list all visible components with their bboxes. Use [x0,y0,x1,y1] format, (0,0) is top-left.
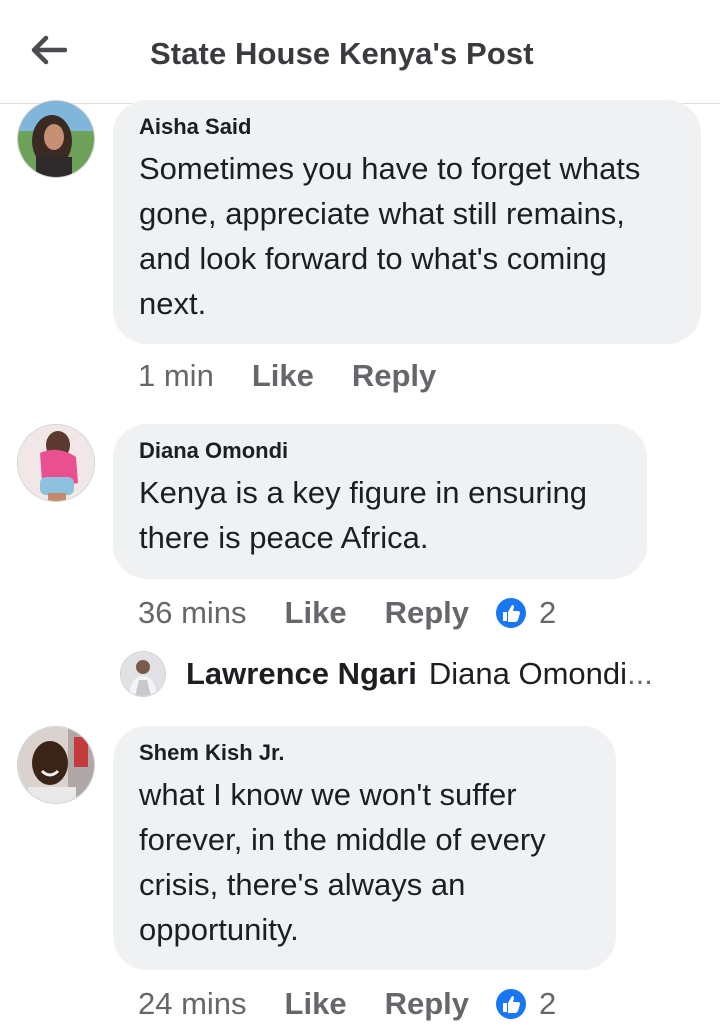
like-button[interactable]: Like [285,986,347,1022]
back-button[interactable] [26,30,70,70]
comment-text: Sometimes you have to forget whats gone,… [139,151,641,321]
comment-actions: 1 min Like Reply [138,358,436,394]
page-title: State House Kenya's Post [150,36,534,71]
comment-actions: 36 mins Like Reply 2 [138,595,556,631]
comment-bubble: Diana Omondi Kenya is a key figure in en… [113,424,647,579]
like-button[interactable]: Like [285,595,347,631]
comment-time[interactable]: 1 min [138,358,214,394]
reaction-number: 2 [539,595,557,630]
reaction-count[interactable]: 2 [495,986,556,1022]
like-reaction-icon [496,989,526,1019]
reply-button[interactable]: Reply [352,358,436,394]
top-bar: State House Kenya's Post [0,0,720,104]
comment-text: what I know we won't suffer forever, in … [139,777,546,947]
reaction-count[interactable]: 2 [495,595,556,631]
avatar-shem-kish[interactable] [17,726,95,804]
like-reaction-icon [496,598,526,628]
avatar-aisha-said[interactable] [17,100,95,178]
profile-photo [121,652,165,696]
avatar-lawrence-ngari[interactable] [120,651,166,697]
reply-button[interactable]: Reply [385,986,469,1022]
view-reply-link[interactable]: Lawrence Ngari Diana Omondi... [120,651,653,697]
comment-text: Kenya is a key figure in ensuring there … [139,475,588,555]
profile-photo [18,727,94,803]
reply-ellipsis: ... [627,656,653,691]
comment-author[interactable]: Shem Kish Jr. [139,740,590,766]
reply-author[interactable]: Lawrence Ngari [186,656,417,692]
comment-actions: 24 mins Like Reply 2 [138,986,556,1022]
like-button[interactable]: Like [252,358,314,394]
comment-time[interactable]: 24 mins [138,986,247,1022]
reply-text: Diana Omondi... [429,656,653,692]
avatar-diana-omondi[interactable] [17,424,95,502]
comment-author[interactable]: Aisha Said [139,114,675,140]
reply-button[interactable]: Reply [385,595,469,631]
reply-mention: Diana Omondi [428,656,628,691]
profile-photo [18,101,94,177]
arrow-left-icon [31,35,67,65]
profile-photo [18,425,94,501]
comment-bubble: Shem Kish Jr. what I know we won't suffe… [113,726,616,970]
reaction-number: 2 [539,986,557,1021]
comment-time[interactable]: 36 mins [138,595,247,631]
comment-author[interactable]: Diana Omondi [139,438,621,464]
comment-bubble: Aisha Said Sometimes you have to forget … [113,100,701,344]
